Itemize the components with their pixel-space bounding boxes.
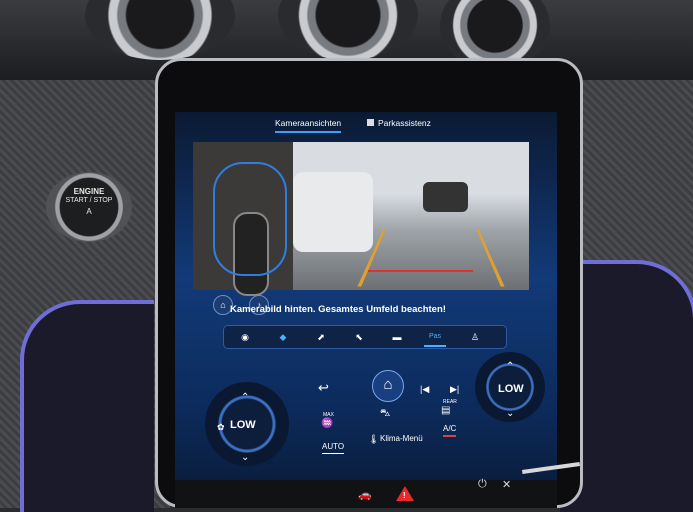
infotainment-screen: Kameraansichten Parkassistenz ⌂ ♪ Kamera… [175, 112, 557, 480]
right-temp-value: LOW [498, 383, 524, 395]
camera-warning-message: Kamerabild hinten. Gesamtes Umfeld beach… [230, 304, 446, 315]
ambient-light-left [20, 300, 154, 512]
trailer-icon[interactable]: ♙ [464, 329, 486, 345]
tab-bar: Kameraansichten Parkassistenz [175, 112, 557, 138]
rear-camera-view [293, 142, 529, 290]
back-arrow-icon[interactable]: ↩ [318, 380, 329, 396]
engine-label: ENGINE [73, 187, 105, 196]
fan-icon[interactable]: ✿ [217, 422, 225, 433]
power-icon[interactable]: ⏻ [478, 478, 487, 491]
parking-guide-lines [357, 229, 505, 287]
mute-icon[interactable]: ✕ [502, 478, 511, 491]
right-temp-down-icon[interactable]: ⌄ [506, 408, 514, 419]
top-view-icon[interactable]: ◆ [272, 329, 294, 345]
left-temp-down-icon[interactable]: ⌄ [241, 452, 249, 463]
parked-car-rear [423, 182, 468, 212]
right-temp-up-icon[interactable]: ⌃ [506, 361, 514, 372]
auto-button[interactable]: AUTO [322, 442, 345, 454]
next-track-icon[interactable]: ▶| [450, 384, 459, 395]
rear-wide-icon[interactable]: ▬ [386, 329, 408, 345]
camera-mode-bar: ◉ ◆ ⬈ ⬉ ▬ Pas ♙ [223, 325, 507, 349]
distance-line [368, 270, 473, 272]
parked-car-left [293, 172, 373, 252]
max-defrost-icon[interactable]: ♒ [321, 418, 333, 429]
air-recirculation-icon[interactable]: ⛍ [380, 408, 390, 421]
previous-track-icon[interactable]: |◀ [420, 384, 429, 395]
start-stop-label: START / STOP [65, 197, 113, 204]
rear-defrost-icon[interactable]: ▤ [441, 405, 450, 416]
tab-parkassistenz[interactable]: Parkassistenz [378, 118, 431, 128]
right-side-icon[interactable]: ⬉ [348, 329, 370, 345]
parking-assist-icon[interactable]: 🚗 [358, 488, 372, 501]
front-camera-icon[interactable]: ◉ [234, 329, 256, 345]
left-side-icon[interactable]: ⬈ [310, 329, 332, 345]
left-temp-value: LOW [230, 419, 256, 431]
parking-icon [367, 119, 374, 126]
eco-start-icon: A [86, 207, 92, 216]
engine-start-stop-button[interactable]: ENGINE START / STOP A [46, 172, 132, 242]
home-button[interactable]: ⌂ [372, 370, 404, 402]
top-view-camera [193, 142, 295, 296]
tab-kameraansichten[interactable]: Kameraansichten [275, 118, 342, 133]
left-temp-up-icon[interactable]: ⌃ [241, 392, 249, 403]
surround-view-outline [213, 162, 287, 276]
hazard-mark: ! [403, 491, 406, 500]
rear-camera-icon[interactable]: Pas [424, 329, 446, 347]
climate-thermometer-icon: 🌡 [368, 434, 380, 444]
ac-button[interactable]: A/C [443, 424, 457, 437]
climate-menu-button[interactable]: Klima-Menü [380, 434, 423, 443]
